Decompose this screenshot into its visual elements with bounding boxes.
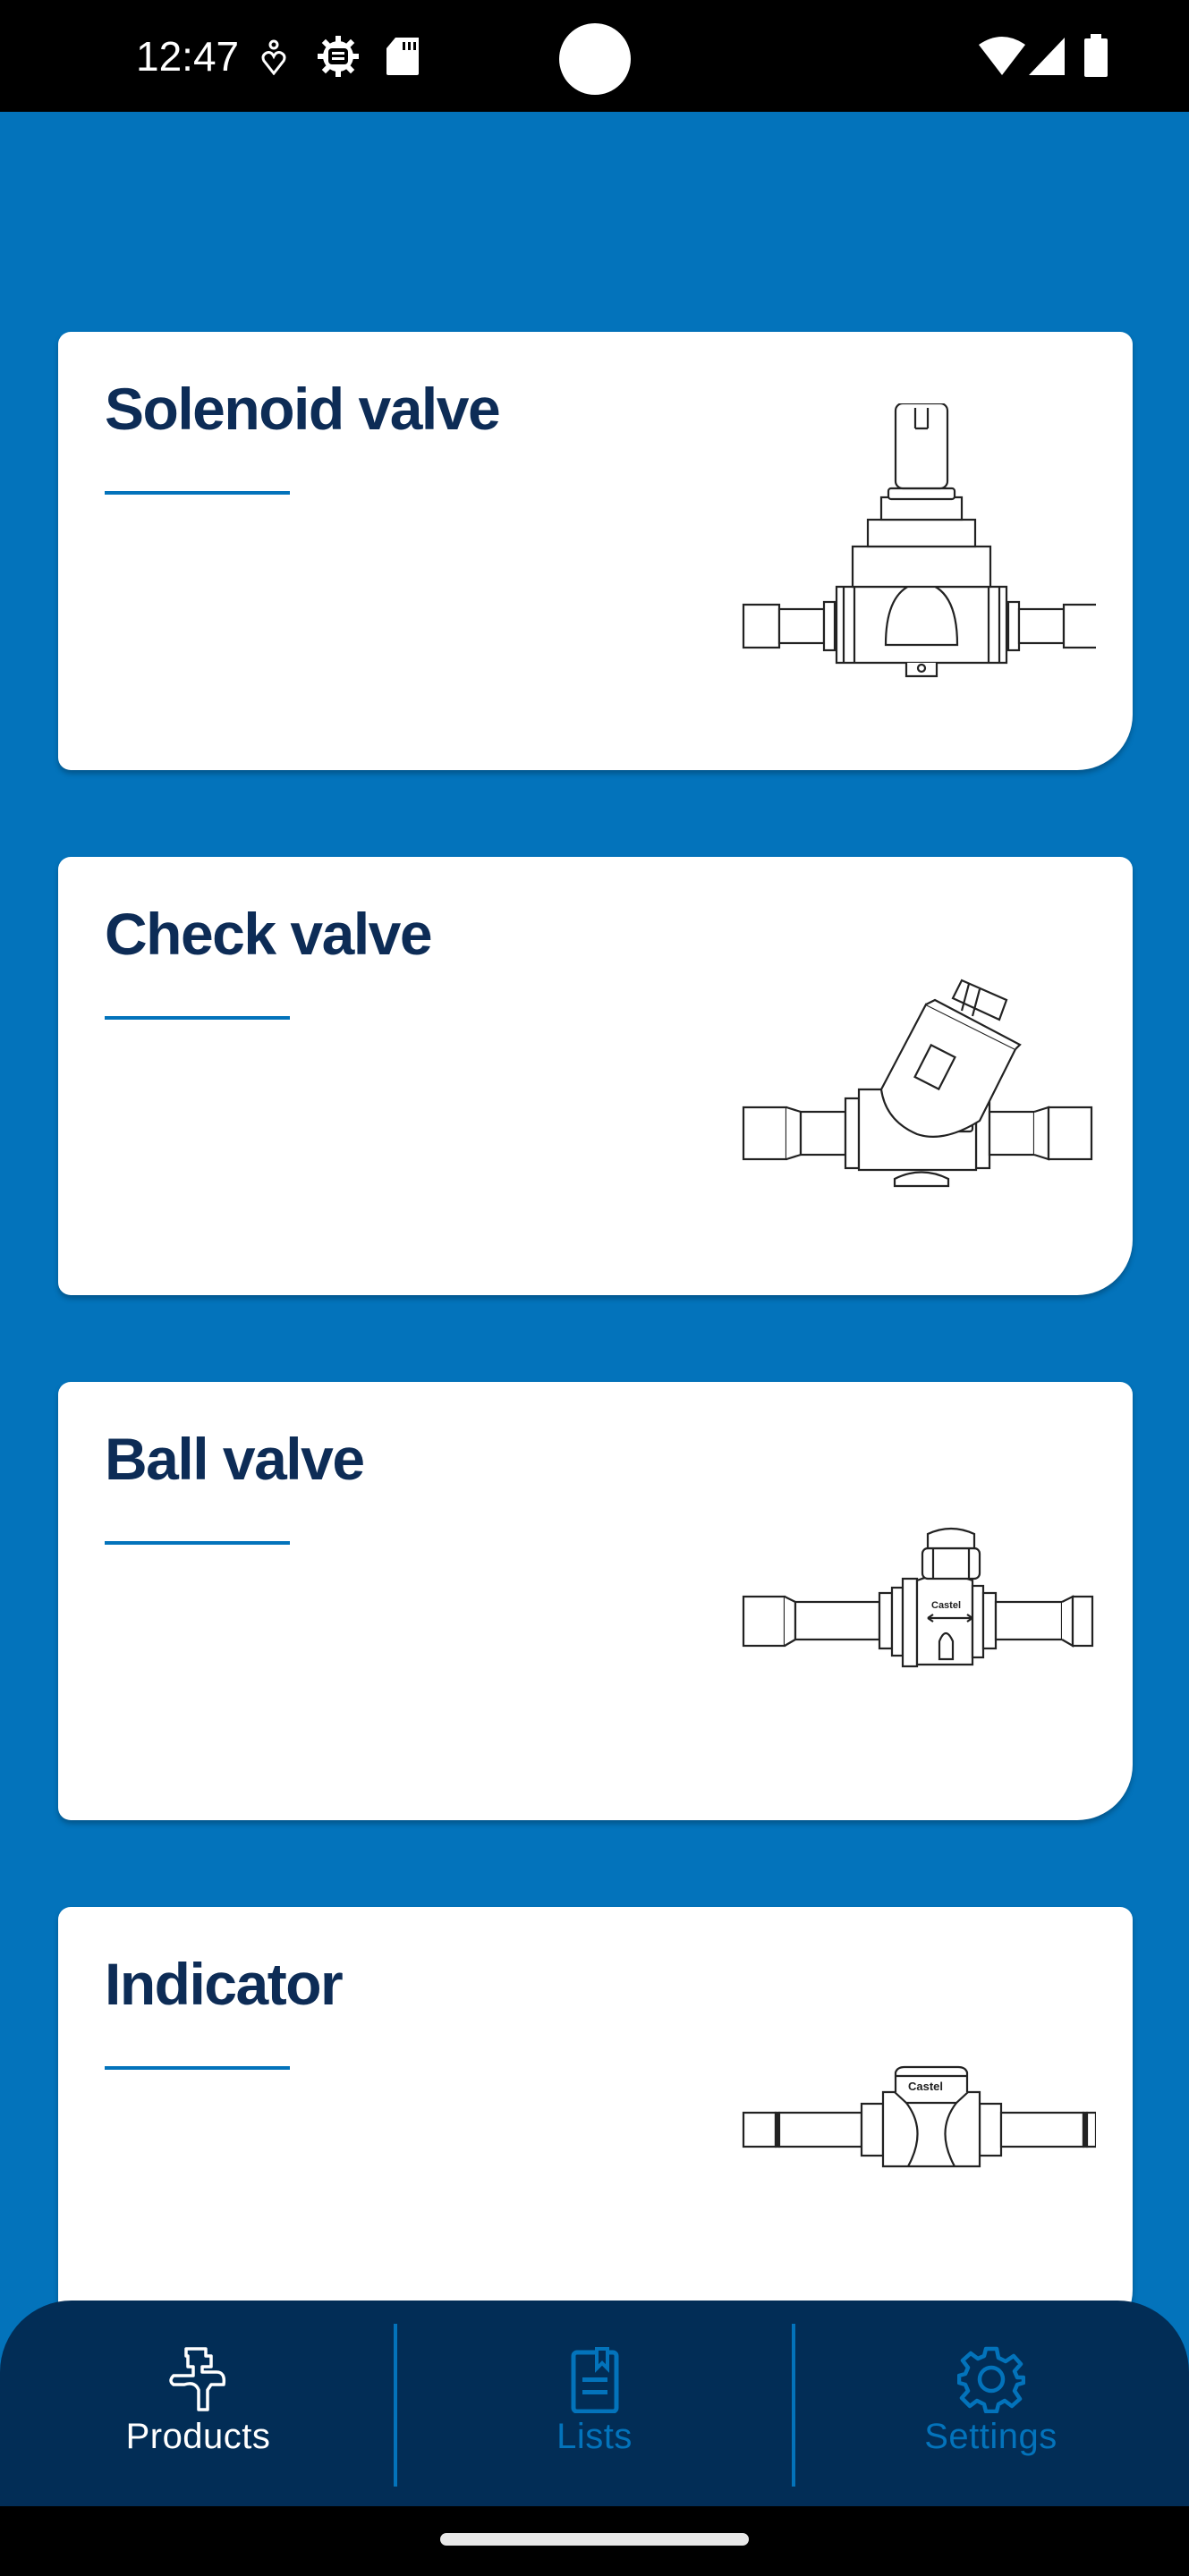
sd-card-icon xyxy=(386,38,419,75)
battery-icon xyxy=(1084,34,1108,77)
solenoid-valve-drawing xyxy=(742,403,1096,678)
title-underline xyxy=(105,1016,290,1020)
status-bar: 12:47 xyxy=(0,0,1189,112)
clipboard-list-icon xyxy=(571,2347,618,2413)
gear-settings-icon xyxy=(318,36,359,77)
nav-label: Settings xyxy=(924,2417,1057,2456)
nav-tab-lists[interactable]: Lists xyxy=(396,2301,793,2506)
nav-tab-products[interactable]: Products xyxy=(0,2301,396,2506)
title-underline xyxy=(105,491,290,495)
status-time: 12:47 xyxy=(136,33,240,80)
gear-icon xyxy=(956,2346,1025,2413)
nav-tab-settings[interactable]: Settings xyxy=(793,2301,1189,2506)
product-card-solenoid-valve[interactable]: Solenoid valve xyxy=(58,332,1133,770)
nav-label: Products xyxy=(125,2417,271,2456)
wifi-icon xyxy=(979,37,1025,75)
svg-text:Castel: Castel xyxy=(931,1600,961,1611)
valve-icon xyxy=(168,2347,225,2411)
indicator-drawing: Castel xyxy=(742,2065,1096,2168)
accessibility-heart-icon xyxy=(261,39,286,75)
title-underline xyxy=(105,1541,290,1545)
check-valve-drawing xyxy=(742,979,1093,1188)
home-gesture-handle[interactable] xyxy=(440,2533,749,2546)
cellular-signal-icon xyxy=(1029,38,1065,75)
product-title: Check valve xyxy=(105,901,433,967)
product-card-ball-valve[interactable]: Ball valve Castel xyxy=(58,1382,1133,1820)
product-list[interactable]: Solenoid valve Check valve Ball valve Ca… xyxy=(0,112,1189,2303)
front-camera xyxy=(559,23,631,95)
bottom-navigation: Products Lists Settings xyxy=(0,2301,1189,2506)
product-title: Solenoid valve xyxy=(105,376,501,442)
product-title: Indicator xyxy=(105,1951,344,2017)
product-title: Ball valve xyxy=(105,1426,365,1492)
product-card-indicator[interactable]: Indicator Castel xyxy=(58,1907,1133,2303)
product-card-check-valve[interactable]: Check valve xyxy=(58,857,1133,1295)
svg-text:Castel: Castel xyxy=(908,2080,943,2093)
system-gesture-bar xyxy=(0,2506,1189,2576)
nav-label: Lists xyxy=(556,2417,633,2456)
ball-valve-drawing: Castel xyxy=(742,1527,1094,1668)
title-underline xyxy=(105,2066,290,2070)
